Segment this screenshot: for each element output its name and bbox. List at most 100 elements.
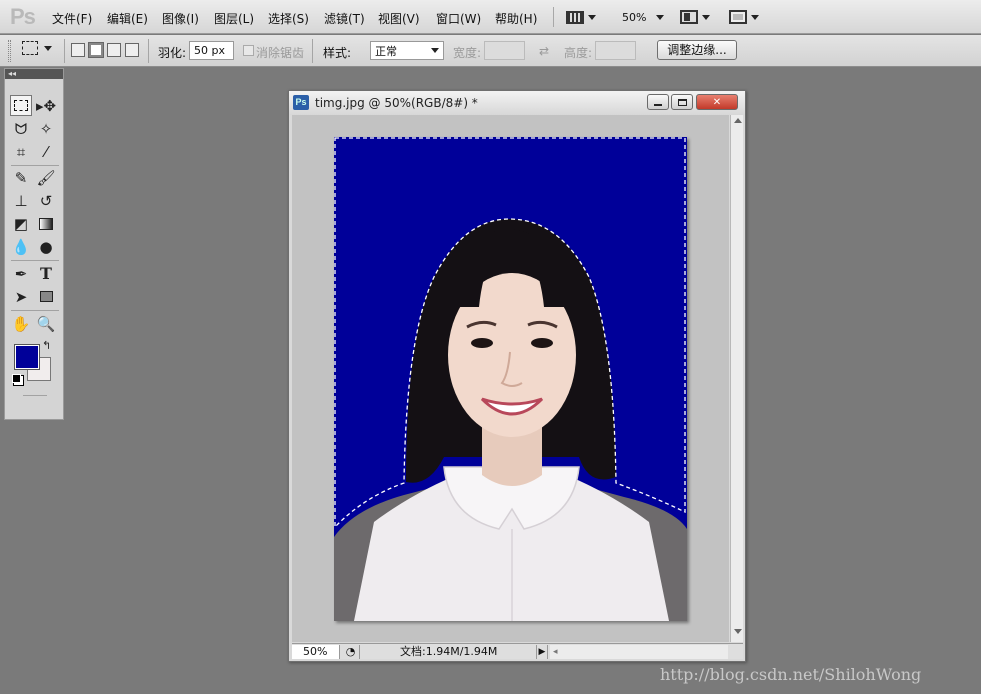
new-selection-icon[interactable] [71, 43, 85, 57]
chevron-down-icon [44, 45, 52, 51]
healing-brush-tool-icon[interactable]: ✎ [10, 167, 32, 188]
options-bar-grip[interactable] [8, 40, 11, 62]
options-separator [148, 39, 149, 63]
menu-help[interactable]: 帮助(H) [495, 10, 537, 27]
width-label: 宽度: [453, 46, 482, 60]
photoshop-logo: Ps [10, 4, 36, 29]
add-to-selection-icon[interactable] [88, 42, 104, 58]
minimize-icon [654, 103, 662, 106]
tools-divider [11, 310, 59, 311]
left-eye [471, 338, 493, 348]
tool-preset-picker[interactable] [22, 41, 52, 55]
feather-label: 羽化: [158, 46, 187, 60]
tools-panel-collapse[interactable]: ◂◂ [5, 69, 63, 79]
type-tool-icon[interactable]: T [35, 263, 57, 284]
status-menu-arrow-icon[interactable]: ▶ [536, 645, 548, 659]
style-select[interactable]: 正常 [370, 41, 444, 60]
dodge-tool-icon[interactable]: ● [35, 236, 57, 257]
antialias-checkbox[interactable] [243, 45, 254, 56]
document-titlebar[interactable]: Ps timg.jpg @ 50%(RGB/8#) * ✕ [289, 91, 745, 115]
maximize-icon [677, 98, 687, 106]
document-status-bar: 50% ◔ 文档:1.94M/1.94M ▶ ◂ [292, 643, 743, 659]
menu-edit[interactable]: 编辑(E) [107, 10, 148, 27]
magic-wand-tool-icon[interactable]: ✧ [35, 118, 57, 139]
film-strip-icon [566, 10, 584, 24]
status-clock-icon[interactable]: ◔ [342, 645, 360, 659]
scroll-up-icon[interactable] [734, 118, 742, 123]
close-button[interactable]: ✕ [696, 94, 738, 110]
antialias-label: 消除锯齿 [256, 46, 305, 60]
swap-dimensions-icon[interactable]: ⇄ [539, 44, 549, 58]
height-label: 高度: [564, 46, 593, 60]
eraser-tool-icon[interactable]: ◩ [10, 213, 32, 234]
menu-select[interactable]: 选择(S) [268, 10, 309, 27]
menu-bar: Ps 文件(F) 编辑(E) 图像(I) 图层(L) 选择(S) 滤镜(T) 视… [0, 0, 981, 34]
chevron-down-icon [751, 14, 759, 20]
portrait-image [334, 137, 687, 621]
menu-separator [553, 7, 554, 27]
default-colors-icon[interactable] [12, 374, 21, 383]
chevron-down-icon [431, 48, 439, 53]
chevron-down-icon [656, 14, 665, 20]
hand-tool-icon[interactable]: ✋ [10, 313, 32, 334]
right-eye [531, 338, 553, 348]
tools-divider [11, 165, 59, 166]
maximize-button[interactable] [671, 94, 693, 110]
watermark-text: http://blog.csdn.net/ShilohWong [660, 665, 922, 684]
photoshop-file-icon: Ps [293, 95, 309, 110]
menu-filter[interactable]: 滤镜(T) [324, 10, 365, 27]
zoom-level-dropdown[interactable]: 50% [622, 8, 665, 26]
launch-bridge-button[interactable] [566, 8, 596, 26]
brush-tool-icon[interactable]: 🖌 [35, 167, 57, 188]
photo-canvas[interactable] [334, 137, 687, 621]
feather-input[interactable]: 50 px [189, 41, 234, 60]
subtract-from-selection-icon[interactable] [107, 43, 121, 57]
marquee-tool-icon[interactable] [10, 95, 32, 116]
menu-layer[interactable]: 图层(L) [214, 10, 254, 27]
document-title: timg.jpg @ 50%(RGB/8#) * [315, 96, 478, 110]
crop-tool-icon[interactable]: ⌗ [10, 141, 32, 162]
path-selection-tool-icon[interactable]: ➤ [10, 286, 32, 307]
arrange-icon [680, 10, 698, 24]
screen-mode-icon [729, 10, 747, 24]
zoom-tool-icon[interactable]: 🔍 [35, 313, 57, 334]
scroll-down-icon[interactable] [734, 629, 742, 634]
menu-image[interactable]: 图像(I) [162, 10, 199, 27]
foreground-color-swatch[interactable] [14, 344, 40, 370]
options-separator [312, 39, 313, 63]
chevron-down-icon [702, 14, 710, 20]
options-separator [64, 39, 65, 63]
tools-divider [11, 260, 59, 261]
lasso-tool-icon[interactable]: ᗢ [10, 118, 32, 139]
gradient-tool-icon[interactable] [35, 213, 57, 234]
style-label: 样式: [323, 46, 352, 60]
rectangle-shape-tool-icon[interactable] [35, 286, 57, 307]
refine-edge-button[interactable]: 调整边缘... [657, 40, 737, 60]
menu-file[interactable]: 文件(F) [52, 10, 92, 27]
move-tool-icon[interactable]: ▸✥ [35, 95, 57, 116]
zoom-field[interactable]: 50% [292, 645, 340, 659]
tools-panel: ◂◂ ▸✥ ᗢ ✧ ⌗ ⁄ ✎ 🖌 ⊥ ↺ ◩ 💧 ● ✒ T ➤ ✋ 🔍 ↰ [4, 68, 64, 420]
screen-mode-button[interactable] [729, 8, 759, 26]
menu-window[interactable]: 窗口(W) [436, 10, 481, 27]
document-size-info: 文档:1.94M/1.94M [400, 645, 498, 658]
horizontal-scrollbar[interactable]: ◂ [550, 645, 728, 659]
intersect-selection-icon[interactable] [125, 43, 139, 57]
pen-tool-icon[interactable]: ✒ [10, 263, 32, 284]
vertical-scrollbar[interactable] [730, 115, 743, 642]
swap-colors-icon[interactable]: ↰ [42, 339, 51, 352]
minimize-button[interactable] [647, 94, 669, 110]
height-input[interactable] [595, 41, 636, 60]
document-window: Ps timg.jpg @ 50%(RGB/8#) * ✕ 50% ◔ 文档:1… [288, 90, 746, 662]
eyedropper-tool-icon[interactable]: ⁄ [35, 141, 57, 162]
clone-stamp-tool-icon[interactable]: ⊥ [10, 190, 32, 211]
width-input[interactable] [484, 41, 525, 60]
zoom-level-value: 50% [622, 10, 647, 24]
chevron-down-icon [588, 14, 596, 20]
blur-tool-icon[interactable]: 💧 [10, 236, 32, 257]
menu-view[interactable]: 视图(V) [378, 10, 420, 27]
history-brush-tool-icon[interactable]: ↺ [35, 190, 57, 211]
rectangular-marquee-icon [22, 41, 38, 55]
arrange-documents-button[interactable] [680, 8, 710, 26]
canvas-area[interactable] [292, 115, 729, 642]
